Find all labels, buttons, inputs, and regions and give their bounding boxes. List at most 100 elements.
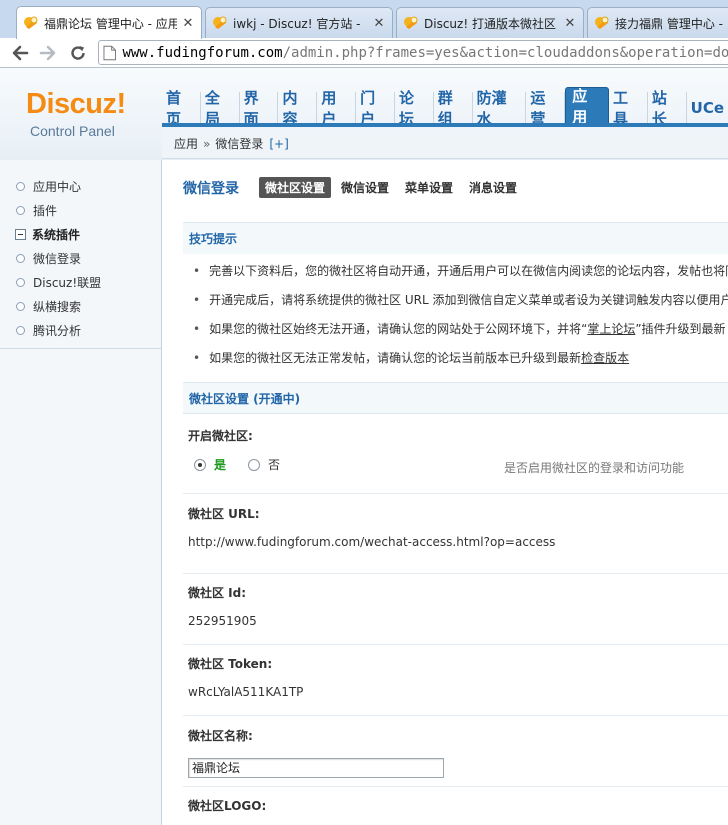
nav-portal[interactable]: 门户 xyxy=(356,89,395,128)
back-arrow-icon xyxy=(12,45,29,61)
nav-webmaster[interactable]: 站长 xyxy=(648,89,687,128)
sidebar-item-label: Discuz!联盟 xyxy=(33,275,102,290)
sidebar-item-label: 腾讯分析 xyxy=(33,323,82,338)
tip-text: 开通完成后，请将系统提供的微社区 URL 添加到微信自定义菜单或者设为关键词触发… xyxy=(209,293,728,307)
url-path: /admin.php?frames=yes&action=cloudaddons… xyxy=(282,44,728,61)
id-label: 微社区 Id: xyxy=(188,586,247,600)
radio-yes-label[interactable]: 是 xyxy=(214,456,226,473)
address-bar[interactable]: www.fudingforum.com/admin.php?frames=yes… xyxy=(98,40,728,65)
bullet-icon xyxy=(16,301,25,311)
breadcrumb: 应用 » 微信登录 [+] xyxy=(162,129,728,159)
sidebar-item-wechat-login[interactable]: 微信登录 xyxy=(0,246,161,270)
close-icon[interactable]: ✕ xyxy=(181,16,195,31)
tab-wsq-settings[interactable]: 微社区设置 xyxy=(259,177,332,198)
id-value: 252951905 xyxy=(188,614,257,628)
back-button[interactable] xyxy=(8,41,32,65)
tip-item: 如果您的微社区始终无法开通，请确认您的网站处于公网环境下，并将“掌上论坛”插件升… xyxy=(183,314,728,343)
browser-toolbar: www.fudingforum.com/admin.php?frames=yes… xyxy=(0,38,728,68)
sidebar: 应用中心 插件 系统插件 微信登录 Discuz!联盟 纵横搜索 腾讯分析 xyxy=(0,160,162,825)
nav-tools[interactable]: 工具 xyxy=(609,89,648,128)
reload-button[interactable] xyxy=(66,41,90,65)
browser-tab-discuz[interactable]: Discuz! 打通版本微社区 ✕ xyxy=(396,7,584,38)
tab-message-settings[interactable]: 消息设置 xyxy=(463,177,523,198)
url-label: 微社区 URL: xyxy=(188,507,260,521)
enable-hint: 是否启用微社区的登录和访问功能 xyxy=(504,461,685,475)
sidebar-item-app-center[interactable]: 应用中心 xyxy=(0,174,161,198)
main-content: 微信登录 微社区设置 微信设置 菜单设置 消息设置 技巧提示 完善以下资料后，您… xyxy=(163,160,728,825)
sidebar-item-label: 微信登录 xyxy=(33,251,82,266)
nav-home[interactable]: 首页 xyxy=(162,89,201,128)
nav-users[interactable]: 用户 xyxy=(317,89,357,128)
bullet-icon xyxy=(16,253,25,263)
reload-icon xyxy=(71,46,85,60)
logo-field: 微社区LOGO: xyxy=(183,787,728,825)
sidebar-item-label: 纵横搜索 xyxy=(33,299,82,314)
tip-text: 如果您的微社区无法正常发帖，请确认您的论坛当前版本已升级到最新 xyxy=(209,351,582,365)
check-version-link[interactable]: 检查版本 xyxy=(581,349,629,366)
breadcrumb-current: 微信登录 xyxy=(215,137,264,151)
sidebar-item-label: 系统插件 xyxy=(32,227,81,242)
bullet-icon xyxy=(16,325,25,335)
url-field: 微社区 URL: http://www.fudingforum.com/wech… xyxy=(183,494,728,574)
discuz-logo[interactable]: Discuz! Control Panel xyxy=(4,70,160,156)
plugin-subnav: 微信登录 微社区设置 微信设置 菜单设置 消息设置 xyxy=(183,177,527,198)
name-label: 微社区名称: xyxy=(188,729,253,743)
tab-title: 接力福鼎 管理中心 - xyxy=(615,16,723,31)
enable-radio-group: 是 否 xyxy=(194,456,280,473)
enable-field: 开启微社区: xyxy=(183,415,728,494)
wsq-name-input[interactable]: 福鼎论坛 xyxy=(188,758,444,778)
mobile-forum-link[interactable]: 掌上论坛 xyxy=(587,320,635,337)
bullet-icon xyxy=(16,181,25,191)
sidebar-item-discuz-union[interactable]: Discuz!联盟 xyxy=(0,270,161,294)
token-label: 微社区 Token: xyxy=(188,657,273,671)
tab-title: 福鼎论坛 管理中心 - 应用 xyxy=(44,16,177,31)
nav-interface[interactable]: 界面 xyxy=(240,89,279,128)
nav-global[interactable]: 全局 xyxy=(201,89,240,128)
radio-no-label[interactable]: 否 xyxy=(268,456,280,473)
nav-ucenter[interactable]: UCe xyxy=(687,92,728,124)
tab-title: Discuz! 打通版本微社区 xyxy=(424,16,556,31)
nav-content[interactable]: 内容 xyxy=(278,89,318,128)
sidebar-item-search[interactable]: 纵横搜索 xyxy=(0,294,161,318)
forward-button[interactable] xyxy=(36,41,60,65)
tip-item: 如果您的微社区无法正常发帖，请确认您的论坛当前版本已升级到最新 检查版本 xyxy=(183,343,728,372)
token-value: wRcLYalA511KA1TP xyxy=(188,685,304,699)
url-host: www.fudingforum.com xyxy=(122,44,283,61)
discuz-favicon-icon xyxy=(213,16,227,29)
nav-forum[interactable]: 论坛 xyxy=(395,89,434,128)
collapse-icon[interactable] xyxy=(15,228,26,240)
browser-tab-jieli[interactable]: 接力福鼎 管理中心 - xyxy=(587,7,728,38)
tab-title: iwkj - Discuz! 官方站 - xyxy=(233,16,361,31)
settings-header: 微社区设置 (开通中) xyxy=(183,382,728,414)
nav-groups[interactable]: 群组 xyxy=(434,89,473,128)
tab-wechat-settings[interactable]: 微信设置 xyxy=(335,177,395,198)
radio-no[interactable] xyxy=(248,458,261,471)
sidebar-item-label: 插件 xyxy=(33,203,58,218)
close-icon[interactable]: ✕ xyxy=(563,16,577,31)
logo-label: 微社区LOGO: xyxy=(188,799,267,813)
sidebar-divider xyxy=(0,348,161,349)
logo-text: Discuz! xyxy=(26,88,126,120)
sidebar-group-system-plugins[interactable]: 系统插件 xyxy=(0,222,161,246)
token-field: 微社区 Token: wRcLYalA511KA1TP xyxy=(183,645,728,716)
tip-text: ”插件升级到最新 xyxy=(635,322,726,336)
radio-yes[interactable] xyxy=(194,458,206,471)
add-shortcut-button[interactable]: [+] xyxy=(269,137,288,151)
sidebar-item-label: 应用中心 xyxy=(33,179,82,194)
nav-apps[interactable]: 应用 xyxy=(565,87,610,126)
browser-tab-iwkj[interactable]: iwkj - Discuz! 官方站 - ✕ xyxy=(205,7,393,38)
browser-tab-admin[interactable]: 福鼎论坛 管理中心 - 应用 ✕ xyxy=(16,6,202,39)
tab-menu-settings[interactable]: 菜单设置 xyxy=(399,177,459,198)
close-icon[interactable]: ✕ xyxy=(372,16,386,31)
top-navigation: 首页 全局 界面 内容 用户 门户 论坛 群组 防灌水 运营 应用 工具 站长 … xyxy=(162,87,728,128)
enable-label: 开启微社区: xyxy=(188,429,253,443)
nav-operations[interactable]: 运营 xyxy=(526,89,566,128)
sidebar-item-plugins[interactable]: 插件 xyxy=(0,198,161,222)
tip-item: 开通完成后，请将系统提供的微社区 URL 添加到微信自定义菜单或者设为关键词触发… xyxy=(183,285,728,314)
sidebar-item-tencent-analytics[interactable]: 腾讯分析 xyxy=(0,318,161,342)
url-text: www.fudingforum.com/admin.php?frames=yes… xyxy=(122,45,728,61)
discuz-favicon-icon xyxy=(595,16,609,29)
nav-antispam[interactable]: 防灌水 xyxy=(473,89,527,128)
tips-header: 技巧提示 xyxy=(183,222,728,254)
breadcrumb-root[interactable]: 应用 xyxy=(174,135,198,152)
